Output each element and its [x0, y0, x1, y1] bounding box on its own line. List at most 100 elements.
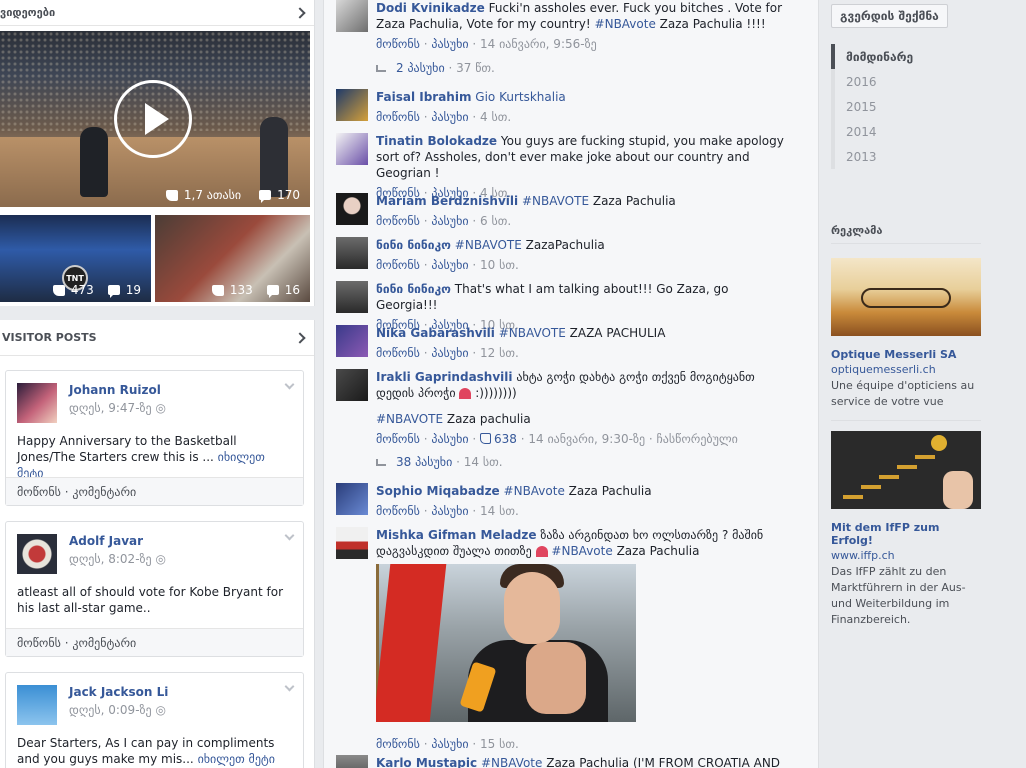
post-time-text[interactable]: დღეს, 9:47-ზე: [69, 401, 152, 415]
like-link[interactable]: მოწონს: [376, 37, 420, 51]
avatar[interactable]: [336, 133, 368, 165]
comment-time[interactable]: 4 სთ.: [480, 110, 511, 124]
hashtag-link[interactable]: #NBAvote: [551, 544, 612, 558]
ad-url[interactable]: www.iffp.ch: [831, 549, 981, 562]
edited-label[interactable]: ჩასწორებული: [657, 432, 738, 446]
comment-time[interactable]: 6 სთ.: [480, 214, 511, 228]
comment-time[interactable]: 14 იანვარი, 9:56-ზე: [480, 37, 597, 51]
like-link[interactable]: მოწონს: [376, 110, 420, 124]
comment-author[interactable]: Mariam Berdznishvili: [376, 194, 518, 208]
hashtag-link[interactable]: #NBAVote: [481, 756, 542, 768]
hashtag-link[interactable]: #NBAvote: [504, 484, 565, 498]
small-video-2[interactable]: 133 16: [155, 215, 310, 302]
avatar[interactable]: [336, 325, 368, 357]
chevron-right-icon[interactable]: [294, 331, 306, 344]
avatar[interactable]: [336, 193, 368, 225]
comment-author[interactable]: ნინი ნინიკო: [376, 238, 451, 252]
comment-link[interactable]: კომენტარი: [72, 636, 136, 650]
post-time[interactable]: დღეს, 8:02-ზე ◎: [69, 552, 166, 566]
like-link[interactable]: მოწონს: [376, 346, 420, 360]
comment-author[interactable]: Nika Gabarashvili: [376, 326, 495, 340]
post-author[interactable]: Johann Ruizol: [69, 383, 166, 397]
avatar[interactable]: [336, 0, 368, 32]
post-author[interactable]: Adolf Javar: [69, 534, 166, 548]
see-more-link[interactable]: იხილეთ მეტი: [198, 752, 275, 766]
comment-time[interactable]: 14 იანვარი, 9:30-ზე: [528, 432, 645, 446]
ad-title[interactable]: Optique Messerli SA: [831, 348, 981, 361]
replies-row[interactable]: 38 პასუხი · 14 სთ.: [376, 455, 503, 469]
comment-time[interactable]: 15 სთ.: [480, 737, 519, 751]
reply-link[interactable]: პასუხი: [431, 432, 468, 446]
post-time[interactable]: დღეს, 9:47-ზე ◎: [69, 401, 166, 415]
year-item-2013[interactable]: 2013: [831, 144, 981, 169]
comment-link[interactable]: კომენტარი: [72, 485, 136, 499]
reply-link[interactable]: პასუხი: [431, 258, 468, 272]
chevron-right-icon[interactable]: [294, 6, 306, 19]
ad-image[interactable]: [831, 431, 981, 509]
avatar[interactable]: [17, 534, 57, 574]
comment-author[interactable]: Faisal Ibrahim: [376, 90, 471, 104]
reply-link[interactable]: პასუხი: [431, 214, 468, 228]
year-item-current[interactable]: მიმდინარე: [831, 44, 981, 69]
avatar[interactable]: [336, 527, 368, 559]
like-link[interactable]: მოწონს: [17, 636, 61, 650]
small-video-1[interactable]: TNT 473 19: [0, 215, 151, 302]
like-count[interactable]: 638: [494, 432, 517, 446]
reply-link[interactable]: პასუხი: [431, 110, 468, 124]
reply-link[interactable]: პასუხი: [431, 37, 468, 51]
comment-author[interactable]: Mishka Gifman Meladze: [376, 528, 537, 542]
comment-time[interactable]: 10 სთ.: [480, 258, 519, 272]
avatar[interactable]: [17, 685, 57, 725]
year-item-2015[interactable]: 2015: [831, 94, 981, 119]
hashtag-link[interactable]: #NBAVOTE: [522, 194, 589, 208]
post-time-text[interactable]: დღეს, 8:02-ზე: [69, 552, 152, 566]
reply-link[interactable]: პასუხი: [431, 737, 468, 751]
comment-author[interactable]: Irakli Gaprindashvili: [376, 370, 513, 384]
hashtag-link[interactable]: #NBAVOTE: [499, 326, 566, 340]
create-page-button[interactable]: გვერდის შექმნა: [831, 4, 948, 28]
comment-author[interactable]: Dodi Kvinikadze: [376, 1, 485, 15]
comment-author[interactable]: Karlo Mustapic: [376, 756, 477, 768]
main-video[interactable]: 1,7 ათასი 170: [0, 31, 310, 207]
ad-image[interactable]: [831, 258, 981, 336]
reaction-count[interactable]: 638: [480, 432, 517, 446]
avatar[interactable]: [17, 383, 57, 423]
avatar[interactable]: [336, 237, 368, 269]
replies-row[interactable]: 2 პასუხი · 37 წთ.: [376, 61, 495, 75]
replies-link[interactable]: 2 პასუხი: [396, 61, 445, 75]
play-button[interactable]: [114, 80, 192, 158]
ad-item[interactable]: Mit dem IfFP zum Erfolg! www.iffp.ch Das…: [831, 431, 981, 628]
avatar[interactable]: [336, 89, 368, 121]
like-link[interactable]: მოწონს: [376, 214, 420, 228]
comment-author[interactable]: Sophio Miqabadze: [376, 484, 500, 498]
comment-photo[interactable]: [376, 564, 636, 722]
comment-time[interactable]: 12 სთ.: [480, 346, 519, 360]
comment-author[interactable]: Tinatin Bolokadze: [376, 134, 497, 148]
comment-author[interactable]: ნინი ნინიკო: [376, 282, 451, 296]
comment-time[interactable]: 14 სთ.: [480, 504, 519, 518]
ad-item[interactable]: Optique Messerli SA optiquemesserli.ch U…: [831, 258, 981, 410]
like-link[interactable]: მოწონს: [376, 737, 420, 751]
hashtag-link[interactable]: #NBAVOTE: [455, 238, 522, 252]
like-link[interactable]: მოწონს: [17, 485, 61, 499]
avatar[interactable]: [336, 369, 368, 401]
replies-link[interactable]: 38 პასუხი: [396, 455, 452, 469]
ad-url[interactable]: optiquemesserli.ch: [831, 363, 981, 376]
hashtag-link[interactable]: #NBAvote: [595, 17, 656, 31]
like-link[interactable]: მოწონს: [376, 432, 420, 446]
videos-header[interactable]: ვიდეოები: [0, 0, 314, 26]
avatar[interactable]: [336, 755, 368, 768]
reply-link[interactable]: პასუხი: [431, 346, 468, 360]
post-time[interactable]: დღეს, 0:09-ზე ◎: [69, 703, 168, 717]
reply-link[interactable]: პასუხი: [431, 504, 468, 518]
visitor-posts-header[interactable]: VISITOR POSTS: [0, 320, 314, 356]
post-author[interactable]: Jack Jackson Li: [69, 685, 168, 699]
year-item-2014[interactable]: 2014: [831, 119, 981, 144]
hashtag-link[interactable]: #NBAVOTE: [376, 412, 443, 426]
ad-title[interactable]: Mit dem IfFP zum Erfolg!: [831, 521, 981, 547]
tagged-user-link[interactable]: Gio Kurtskhalia: [475, 90, 566, 104]
year-item-2016[interactable]: 2016: [831, 69, 981, 94]
like-link[interactable]: მოწონს: [376, 258, 420, 272]
avatar[interactable]: [336, 483, 368, 515]
avatar[interactable]: [336, 281, 368, 313]
